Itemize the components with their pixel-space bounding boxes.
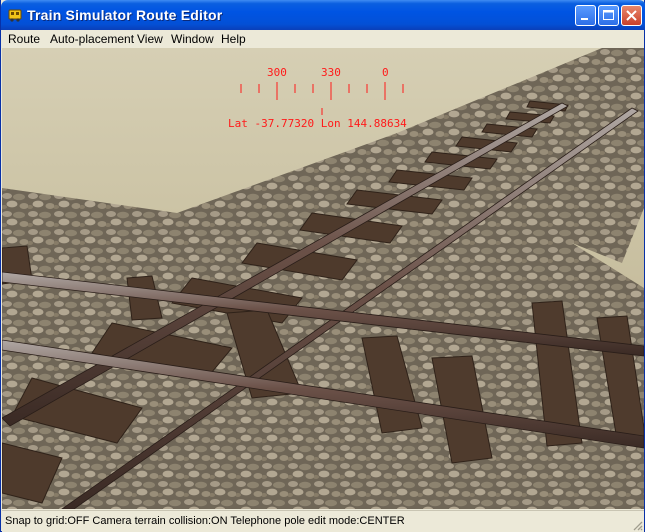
- status-text: Snap to grid:OFF Camera terrain collisio…: [5, 515, 405, 527]
- status-bar: Snap to grid:OFF Camera terrain collisio…: [2, 510, 644, 532]
- app-window: Train Simulator Route Editor Route Auto-…: [0, 0, 645, 532]
- compass-label-300: 300: [267, 66, 287, 79]
- resize-grip-icon[interactable]: [631, 519, 643, 531]
- train-icon: [8, 9, 22, 22]
- minimize-button[interactable]: [575, 5, 596, 26]
- close-icon: [626, 10, 637, 21]
- maximize-button[interactable]: [598, 5, 619, 26]
- lat-lon-readout: Lat -37.77320 Lon 144.88634: [228, 117, 407, 130]
- close-button[interactable]: [621, 5, 642, 26]
- minimize-icon: [581, 18, 588, 20]
- window-title: Train Simulator Route Editor: [27, 7, 223, 23]
- maximize-icon: [603, 10, 614, 20]
- menu-auto-placement[interactable]: Auto-placement: [50, 32, 134, 46]
- compass-label-0: 0: [382, 66, 389, 79]
- menu-bar: Route Auto-placement View Window Help: [2, 30, 644, 48]
- 3d-viewport[interactable]: 300 330 0 Lat -37.77320 Lon 144.88634: [2, 48, 644, 509]
- title-bar[interactable]: Train Simulator Route Editor: [1, 0, 645, 30]
- menu-route[interactable]: Route: [8, 32, 40, 46]
- menu-help[interactable]: Help: [221, 32, 246, 46]
- menu-window[interactable]: Window: [171, 32, 214, 46]
- compass-label-330: 330: [321, 66, 341, 79]
- menu-view[interactable]: View: [137, 32, 163, 46]
